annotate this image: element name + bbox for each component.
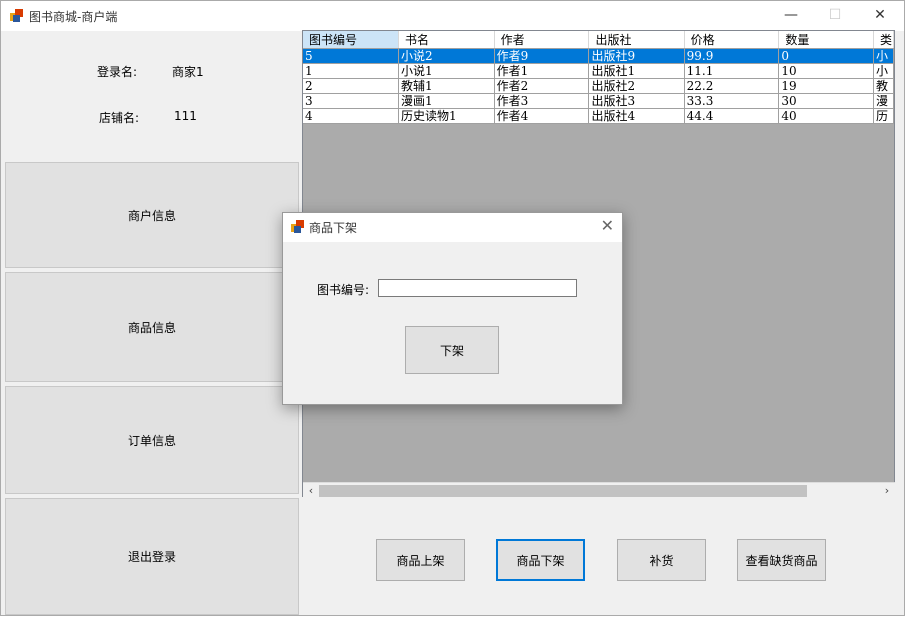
column-header-author[interactable]: 作者 [494,31,590,49]
app-icon [291,220,304,233]
left-panel: 登录名: 商家1 店铺名: 111 商户信息 商品信息 订单信息 退出登录 [3,31,299,615]
table-row[interactable]: 4 历史读物1 作者4 出版社4 44.4 40 历 [303,108,894,124]
table-cell[interactable]: 出版社2 [588,78,685,94]
table-cell[interactable]: 30 [778,93,874,109]
column-header-price[interactable]: 价格 [684,31,780,49]
table-cell[interactable]: 漫 [873,93,894,109]
order-info-button[interactable]: 订单信息 [5,386,299,494]
table-row[interactable]: 1 小说1 作者1 出版社1 11.1 10 小 [303,63,894,79]
table-cell[interactable]: 22.2 [684,78,780,94]
table-cell[interactable]: 出版社1 [588,63,685,79]
app-icon [10,9,23,22]
delist-dialog: 商品下架 ✕ 图书编号: 下架 [282,212,623,405]
minimize-button[interactable]: — [768,1,814,31]
dialog-title-bar: 商品下架 ✕ [283,213,622,242]
shop-name-label: 店铺名: [99,111,140,125]
login-name-value: 商家1 [172,65,204,79]
table-cell[interactable]: 3 [303,93,399,109]
scroll-left-icon[interactable]: ‹ [303,483,319,499]
table-cell[interactable]: 10 [778,63,874,79]
table-row[interactable]: 3 漫画1 作者3 出版社3 33.3 30 漫 [303,93,894,109]
table-cell[interactable]: 0 [778,48,874,64]
table-row[interactable]: 2 教辅1 作者2 出版社2 22.2 19 教 [303,78,894,94]
table-row[interactable]: 5 小说2 作者9 出版社9 99.9 0 小 [303,48,894,64]
table-cell[interactable]: 19 [778,78,874,94]
product-info-button[interactable]: 商品信息 [5,272,299,382]
column-header-id[interactable]: 图书编号 [303,31,399,49]
restock-button[interactable]: 补货 [617,539,706,581]
books-table: 图书编号 书名 作者 出版社 价格 数量 类 5 小说2 作者9 出版社9 99… [303,31,894,124]
column-header-title[interactable]: 书名 [398,31,495,49]
table-cell[interactable]: 作者4 [494,108,590,124]
table-cell[interactable]: 作者9 [494,48,590,64]
table-cell[interactable]: 历史读物1 [398,108,495,124]
table-cell[interactable]: 小说1 [398,63,495,79]
table-cell[interactable]: 4 [303,108,399,124]
book-id-label: 图书编号: [317,283,370,297]
table-cell[interactable]: 出版社9 [588,48,685,64]
scrollbar-thumb[interactable] [319,485,807,497]
dialog-title: 商品下架 [309,221,358,235]
close-icon[interactable]: ✕ [601,216,614,235]
table-cell[interactable]: 1 [303,63,399,79]
table-cell[interactable]: 作者1 [494,63,590,79]
logout-button[interactable]: 退出登录 [5,498,299,615]
table-cell[interactable]: 作者3 [494,93,590,109]
merchant-info-button[interactable]: 商户信息 [5,162,299,268]
maximize-button[interactable]: ☐ [812,1,858,31]
table-cell[interactable]: 小 [873,48,894,64]
table-cell[interactable]: 历 [873,108,894,124]
title-bar: 图书商城-商户端 — ☐ ✕ [1,1,904,31]
window-title: 图书商城-商户端 [29,10,118,24]
table-cell[interactable]: 2 [303,78,399,94]
scroll-right-icon[interactable]: › [879,483,895,499]
delist-product-button[interactable]: 商品下架 [496,539,585,581]
table-cell[interactable]: 作者2 [494,78,590,94]
table-cell[interactable]: 99.9 [684,48,780,64]
table-cell[interactable]: 教辅1 [398,78,495,94]
table-cell[interactable]: 小 [873,63,894,79]
table-cell[interactable]: 40 [778,108,874,124]
table-cell[interactable]: 出版社3 [588,93,685,109]
column-header-category[interactable]: 类 [873,31,894,49]
header-row: 图书编号 书名 作者 出版社 价格 数量 类 [303,31,894,49]
column-header-quantity[interactable]: 数量 [778,31,874,49]
table-cell[interactable]: 44.4 [684,108,780,124]
table-cell[interactable]: 教 [873,78,894,94]
shop-name-value: 111 [174,109,197,123]
table-cell[interactable]: 出版社4 [588,108,685,124]
table-cell[interactable]: 5 [303,48,399,64]
column-header-publisher[interactable]: 出版社 [588,31,685,49]
login-name-label: 登录名: [97,65,138,79]
delist-confirm-button[interactable]: 下架 [405,326,499,374]
horizontal-scrollbar[interactable]: ‹ › [303,482,895,499]
table-cell[interactable]: 小说2 [398,48,495,64]
table-cell[interactable]: 11.1 [684,63,780,79]
view-out-of-stock-button[interactable]: 查看缺货商品 [737,539,826,581]
table-cell[interactable]: 漫画1 [398,93,495,109]
book-id-input[interactable] [378,279,577,297]
close-button[interactable]: ✕ [857,1,903,31]
table-cell[interactable]: 33.3 [684,93,780,109]
list-product-button[interactable]: 商品上架 [376,539,465,581]
